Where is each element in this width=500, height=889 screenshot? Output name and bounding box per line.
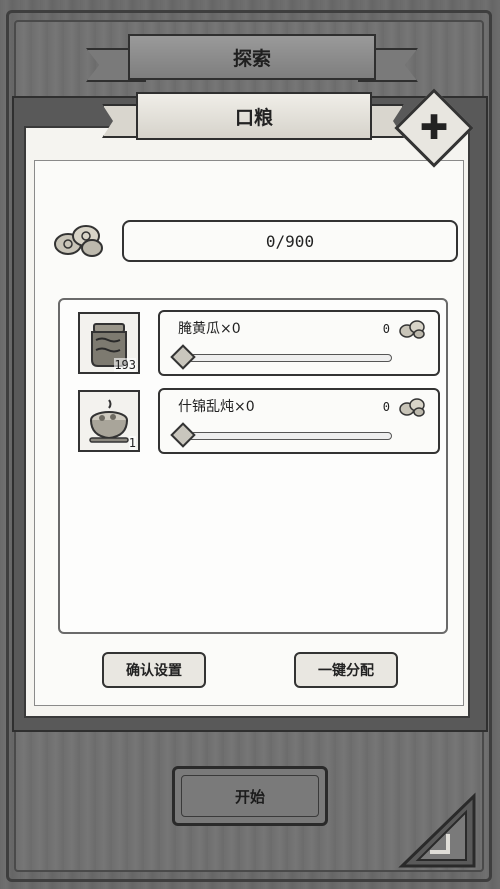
item-name: 什锦乱炖×0 (178, 399, 255, 415)
coin-pile-icon (54, 225, 103, 257)
explore-banner: 探索 (128, 34, 376, 80)
ration-slider-track[interactable] (182, 354, 392, 362)
confirm-settings-label: 确认设置 (126, 663, 182, 679)
auto-allocate-label: 一键分配 (318, 663, 374, 679)
item-card-stew: 什锦乱炖×0 0 (158, 388, 440, 454)
ration-slider-handle[interactable] (170, 344, 196, 370)
back-corner-icon[interactable] (396, 790, 480, 870)
confirm-settings-button[interactable]: 确认设置 (102, 652, 206, 688)
explore-title: 探索 (232, 47, 271, 70)
coin-pile-icon (399, 398, 425, 417)
item-allocated: 0 (382, 322, 390, 336)
item-card-pickles: 腌黄瓜×0 0 (158, 310, 440, 376)
item-owned-count: 193 (114, 358, 136, 372)
ration-slider-track[interactable] (182, 432, 392, 440)
item-allocated: 0 (382, 400, 390, 414)
start-button[interactable]: 开始 (172, 766, 328, 826)
start-button-inner-border (181, 775, 319, 817)
coin-pile-icon (399, 320, 425, 339)
capacity-value: 0/900 (265, 231, 315, 251)
item-name: 腌黄瓜×0 (178, 321, 241, 337)
panel-title: 口粮 (234, 106, 273, 129)
item-owned-count: 1 (128, 436, 136, 450)
item-thumb-pickles[interactable]: 193 (78, 312, 140, 374)
rations-banner: 口粮 (136, 92, 372, 140)
close-icon: ✚ (419, 108, 449, 148)
ration-capacity-display: 0/900 (122, 220, 458, 262)
ration-slider-handle[interactable] (170, 422, 196, 448)
auto-allocate-button[interactable]: 一键分配 (294, 652, 398, 688)
game-screen: 探索 口粮 ✚ 0/900 193 腌黄瓜×0 0 1 什锦乱炖×0 0 确认设… (0, 0, 500, 889)
item-thumb-stew[interactable]: 1 (78, 390, 140, 452)
